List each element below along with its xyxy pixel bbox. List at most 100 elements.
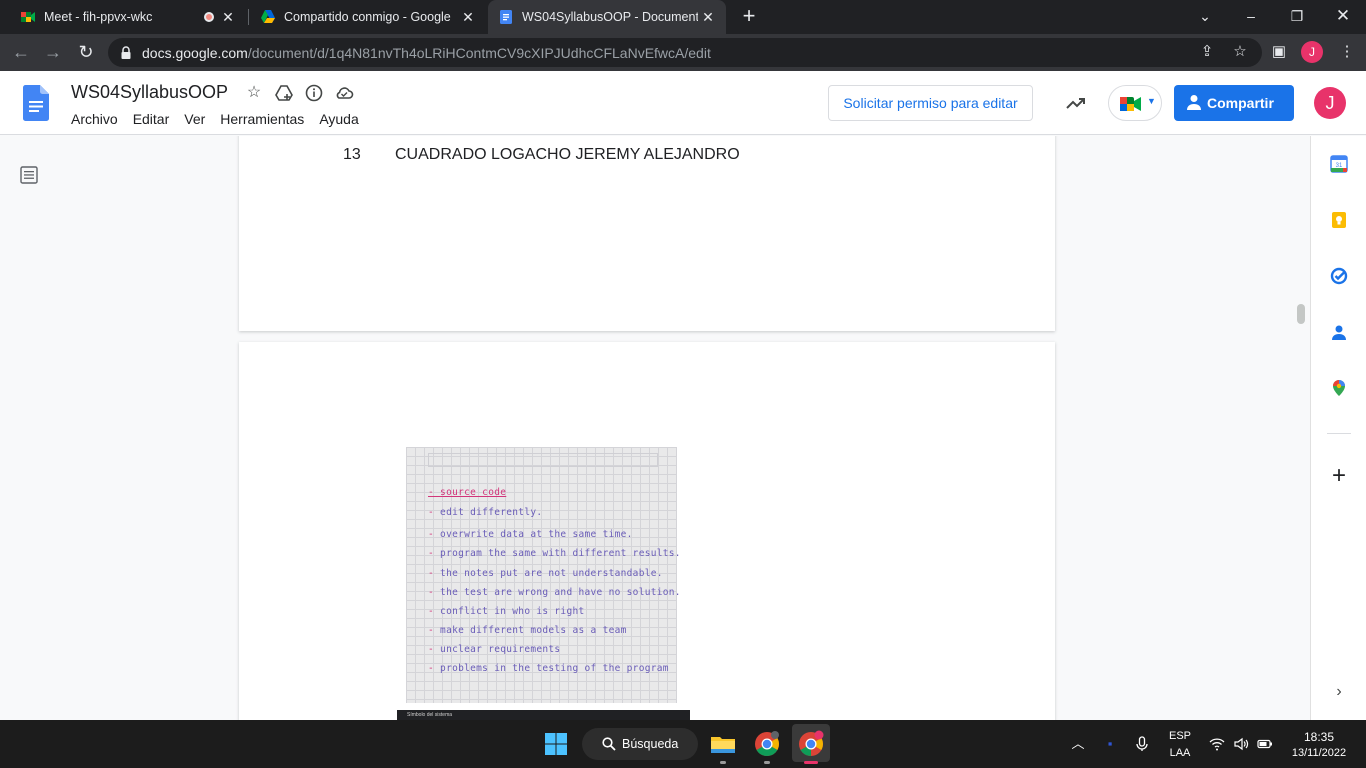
wifi-icon[interactable] [1209, 736, 1225, 752]
photo-line: edit differently. [428, 507, 542, 518]
scrollbar-thumb[interactable] [1297, 304, 1305, 324]
keep-icon[interactable] [1330, 211, 1348, 229]
maps-icon[interactable] [1330, 379, 1348, 397]
menu-bar: Archivo Editar Ver Herramientas Ayuda [71, 111, 374, 127]
person-icon [1187, 95, 1201, 110]
file-explorer-icon[interactable] [708, 729, 738, 759]
side-panel: 31 + › [1310, 136, 1366, 720]
meet-camera-icon [1120, 97, 1141, 111]
docs-logo-icon[interactable] [23, 85, 49, 121]
browser-menu-icon[interactable]: ⋮ [1336, 41, 1358, 63]
browser-toolbar: ← → ↻ docs.google.com/document/d/1q4N81n… [0, 34, 1366, 71]
photo-line: program the same with different results. [428, 548, 681, 559]
tasks-icon[interactable] [1330, 267, 1348, 285]
maximize-icon[interactable]: ❐ [1286, 5, 1308, 27]
close-window-icon[interactable]: ✕ [1332, 5, 1354, 27]
photo-line: make different models as a team [428, 625, 627, 636]
docs-header: WS04SyllabusOOP ☆ Archivo Editar Ver Her… [0, 71, 1366, 135]
volume-icon[interactable] [1233, 736, 1249, 752]
cmd-window-title: Símbolo del sistema [407, 712, 453, 718]
microphone-icon[interactable] [1134, 736, 1150, 752]
cmd-window-strip: Símbolo del sistema [397, 710, 690, 720]
meet-dropdown-icon: ▼ [1147, 96, 1156, 106]
back-icon[interactable]: ← [10, 41, 32, 63]
tab-separator [248, 9, 249, 25]
share-page-icon[interactable]: ⇪ [1198, 43, 1216, 61]
address-bar[interactable]: docs.google.com/document/d/1q4N81nvTh4oL… [108, 38, 1262, 67]
close-tab-icon[interactable]: ✕ [700, 9, 716, 25]
battery-icon[interactable] [1257, 736, 1273, 752]
tab-title: Meet - fih-ppvx-wkc [44, 10, 153, 24]
document-outline-icon[interactable] [20, 166, 38, 184]
reload-icon[interactable]: ↻ [75, 41, 97, 63]
document-title[interactable]: WS04SyllabusOOP [71, 82, 228, 103]
lock-icon [121, 46, 131, 59]
tab-docs-active[interactable]: WS04SyllabusOOP - Documentos ✕ [488, 0, 726, 34]
search-icon [602, 737, 616, 751]
photo-line: unclear requirements [428, 644, 560, 655]
new-tab-button[interactable]: + [738, 5, 760, 28]
tab-search-icon[interactable]: ⌄ [1194, 5, 1216, 27]
drive-favicon-icon [261, 10, 275, 23]
star-icon[interactable]: ☆ [244, 83, 264, 103]
tray-app-icon[interactable]: ▪ [1102, 736, 1118, 752]
document-page: source code edit differently. overwrite … [239, 342, 1055, 720]
docs-favicon-icon [500, 10, 512, 24]
tab-title: Compartido conmigo - Google D [284, 10, 454, 24]
menu-archivo[interactable]: Archivo [71, 111, 118, 127]
minimize-icon[interactable]: – [1240, 5, 1262, 27]
photo-line: the test are wrong and have no solution. [428, 587, 681, 598]
menu-editar[interactable]: Editar [133, 111, 170, 127]
calendar-icon[interactable]: 31 [1330, 155, 1348, 173]
notebook-header-box [428, 453, 658, 467]
account-avatar[interactable]: J [1314, 87, 1346, 119]
menu-ver[interactable]: Ver [184, 111, 205, 127]
clock-time[interactable]: 18:35 [1284, 730, 1354, 744]
browser-profile-avatar[interactable]: J [1301, 41, 1323, 63]
keyboard-layout[interactable]: LAA [1166, 747, 1194, 759]
url-text: docs.google.com/document/d/1q4N81nvTh4oL… [142, 45, 711, 61]
show-hidden-icons-icon[interactable]: ︿ [1070, 736, 1086, 752]
app-running-indicator [720, 761, 726, 764]
menu-ayuda[interactable]: Ayuda [319, 111, 358, 127]
menu-herramientas[interactable]: Herramientas [220, 111, 304, 127]
url-host: docs.google.com [142, 45, 248, 61]
search-label: Búsqueda [622, 737, 679, 751]
bookmark-star-icon[interactable]: ☆ [1231, 43, 1249, 61]
close-tab-icon[interactable]: ✕ [220, 9, 236, 25]
chrome-profile-icon [799, 730, 824, 756]
forward-icon[interactable]: → [42, 41, 64, 63]
clock-date[interactable]: 13/11/2022 [1284, 747, 1354, 759]
move-to-drive-icon[interactable] [274, 83, 294, 103]
windows-start-icon[interactable] [545, 733, 567, 755]
contacts-icon[interactable] [1330, 323, 1348, 341]
chrome-profile-app-active[interactable] [792, 724, 830, 762]
tab-drive[interactable]: Compartido conmigo - Google D ✕ [250, 0, 486, 34]
list-row-number: 13 [343, 146, 361, 163]
request-edit-button[interactable]: Solicitar permiso para editar [828, 85, 1033, 121]
get-addons-icon[interactable]: + [1329, 464, 1349, 488]
app-running-indicator [764, 761, 770, 764]
meet-button[interactable]: ▼ [1108, 85, 1162, 121]
activity-trend-icon[interactable] [1064, 91, 1088, 115]
taskbar-search[interactable]: Búsqueda [582, 728, 698, 760]
windows-taskbar: Búsqueda ︿ ▪ ESP LAA 18:35 13/11/2022 [0, 720, 1366, 768]
input-language[interactable]: ESP [1166, 730, 1194, 742]
notebook-photo[interactable]: source code edit differently. overwrite … [406, 447, 681, 703]
document-page: 13 CUADRADO LOGACHO JEREMY ALEJANDRO [239, 136, 1055, 331]
side-panel-divider [1327, 433, 1351, 434]
expand-panel-icon[interactable]: › [1331, 684, 1347, 700]
chrome-icon[interactable] [752, 729, 782, 759]
share-button[interactable]: Compartir [1174, 85, 1294, 121]
photo-line: problems in the testing of the program [428, 663, 669, 674]
photo-line: overwrite data at the same time. [428, 529, 633, 540]
document-canvas: 13 CUADRADO LOGACHO JEREMY ALEJANDRO sou… [0, 136, 1310, 720]
side-panel-icon[interactable]: ▣ [1268, 41, 1290, 63]
cloud-status-icon[interactable] [334, 83, 354, 103]
details-info-icon[interactable] [304, 83, 324, 103]
url-path: /document/d/1q4N81nvTh4oLRiHContmCV9cXIP… [247, 45, 711, 61]
tab-meet[interactable]: Meet - fih-ppvx-wkc ✕ [10, 0, 246, 34]
close-tab-icon[interactable]: ✕ [460, 9, 476, 25]
browser-tabstrip: Meet - fih-ppvx-wkc ✕ Compartido conmigo… [0, 0, 1366, 34]
share-label: Compartir [1207, 95, 1274, 111]
